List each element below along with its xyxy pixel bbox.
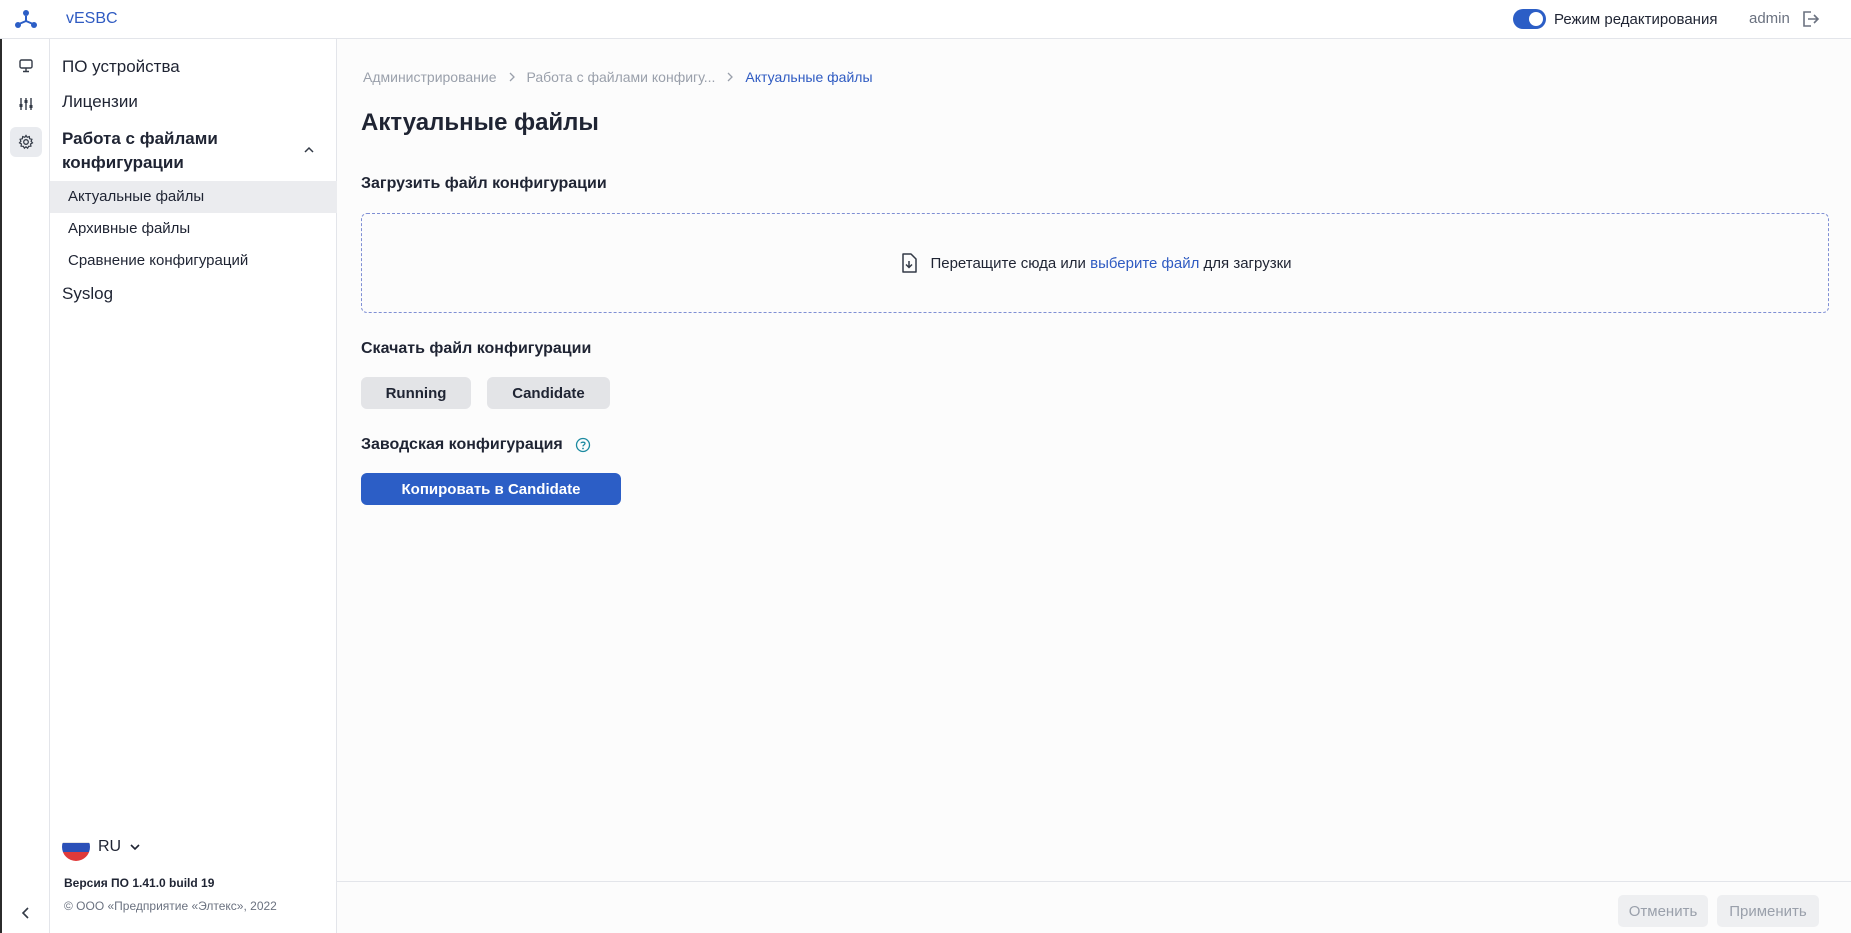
page-title: Актуальные файлы [361,109,599,136]
select-file-link[interactable]: выберите файл [1090,255,1199,272]
rail-administration-button[interactable] [10,127,42,157]
factory-config-title: Заводская конфигурация [361,436,563,453]
copy-to-candidate-button[interactable]: Копировать в Candidate [361,473,621,505]
sidebar-group-config-files[interactable]: Работа с файлами конфигурации [62,127,292,175]
download-running-button[interactable]: Running [361,377,471,409]
download-candidate-button[interactable]: Candidate [487,377,610,409]
dropzone-text-after: для загрузки [1199,254,1292,272]
upload-section-title: Загрузить файл конфигурации [361,175,607,192]
language-selector[interactable]: RU [62,833,141,861]
help-icon[interactable] [575,437,591,453]
sidebar-item-config-compare[interactable]: Сравнение конфигураций [50,245,337,277]
language-code: RU [98,838,122,855]
file-download-icon [902,253,918,273]
chevron-right-icon [509,72,515,82]
download-section-title: Скачать файл конфигурации [361,340,592,357]
chevron-right-icon [727,72,734,82]
sidebar-item-archive-files[interactable]: Архивные файлы [50,213,337,245]
chevron-up-icon[interactable] [302,143,316,157]
rail-monitoring-button[interactable] [10,51,42,81]
edit-mode-label: Режим редактирования [1554,11,1718,28]
gear-icon [18,134,34,150]
breadcrumb-item-current: Актуальные файлы [745,69,873,85]
logout-icon[interactable] [1800,9,1820,29]
breadcrumb-item-administration[interactable]: Администрирование [363,69,497,85]
monitor-icon [19,59,33,73]
user-name: admin [1749,10,1790,27]
apply-button[interactable]: Применить [1717,895,1819,927]
dropzone-text-before: Перетащите сюда или [930,254,1091,272]
app-title[interactable]: vESBC [66,10,118,28]
rail-settings-button[interactable] [10,89,42,119]
collapse-sidebar-icon[interactable] [16,903,36,923]
chevron-down-icon [130,844,140,851]
dropzone-text: Перетащите сюда или выберите файл для за… [930,255,1291,272]
action-footer: Отменить Применить [337,881,1851,933]
software-version: Версия ПО 1.41.0 build 19 [64,876,215,890]
cancel-button[interactable]: Отменить [1618,895,1708,927]
copyright-text: © ООО «Предприятие «Элтекс», 2022 [64,899,277,913]
breadcrumb-item-config-files[interactable]: Работа с файлами конфигу... [527,69,716,85]
breadcrumb: Администрирование Работа с файлами конфи… [363,69,873,85]
sliders-icon [19,98,33,110]
sidebar-item-firmware[interactable]: ПО устройства [62,57,180,77]
sidebar-item-licenses[interactable]: Лицензии [62,92,138,112]
top-bar: vESBC Режим редактирования admin [0,0,1851,39]
app-logo-icon[interactable] [14,9,38,29]
sidebar: ПО устройства Лицензии Работа с файлами … [50,39,337,933]
file-dropzone[interactable]: Перетащите сюда или выберите файл для за… [361,213,1829,313]
sidebar-item-syslog[interactable]: Syslog [62,284,113,304]
sidebar-item-current-files[interactable]: Актуальные файлы [50,181,337,213]
edit-mode-toggle[interactable] [1513,9,1546,29]
icon-rail [0,39,50,933]
russian-flag-icon [62,833,90,861]
